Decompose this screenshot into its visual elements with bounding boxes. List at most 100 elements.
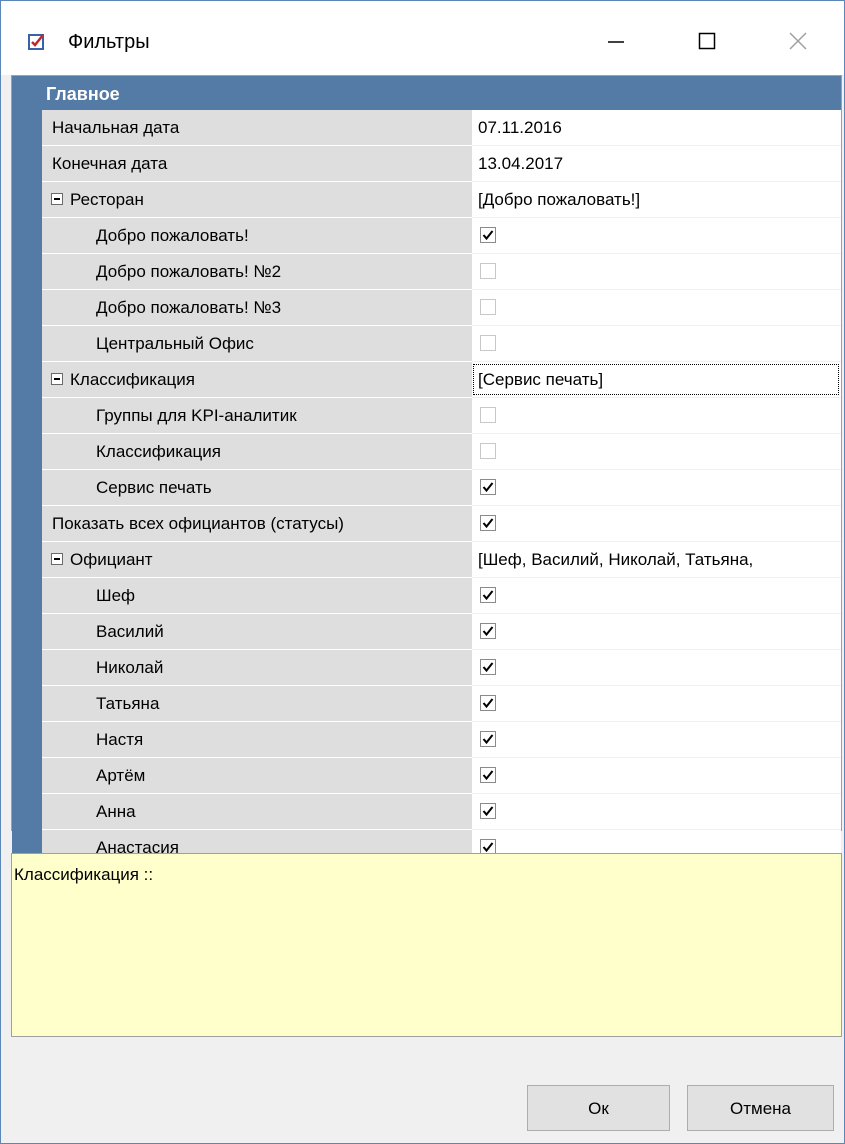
property-value-cell[interactable]: 13.04.2017	[472, 146, 841, 182]
property-name-cell[interactable]: Конечная дата	[42, 146, 472, 182]
property-row[interactable]: Сервис печать	[12, 470, 841, 506]
property-value-cell[interactable]	[472, 758, 841, 794]
property-name-cell[interactable]: Василий	[72, 614, 472, 650]
property-value-cell[interactable]	[472, 722, 841, 758]
checkbox-checked[interactable]	[480, 623, 496, 639]
property-value-cell[interactable]	[472, 434, 841, 470]
window-title: Фильтры	[68, 31, 150, 53]
property-value-cell[interactable]	[472, 614, 841, 650]
close-button[interactable]	[776, 21, 820, 61]
minimize-icon	[608, 41, 624, 43]
property-value-cell[interactable]	[472, 650, 841, 686]
property-name-cell[interactable]: Добро пожаловать! №2	[72, 254, 472, 290]
property-label: Ресторан	[70, 190, 144, 209]
property-row[interactable]: Шеф	[12, 578, 841, 614]
property-name-cell[interactable]: Анна	[72, 794, 472, 830]
property-value-cell[interactable]	[472, 218, 841, 254]
checkbox-unchecked[interactable]	[480, 443, 496, 459]
property-name-cell[interactable]: Классификация	[42, 362, 472, 398]
property-name-cell[interactable]: Сервис печать	[72, 470, 472, 506]
maximize-button[interactable]	[685, 21, 729, 61]
property-value-cell[interactable]	[472, 470, 841, 506]
minimize-button[interactable]	[594, 21, 638, 61]
property-row[interactable]: Конечная дата 13.04.2017	[12, 146, 841, 182]
property-name-cell[interactable]: Татьяна	[72, 686, 472, 722]
property-value: 13.04.2017	[478, 154, 564, 173]
property-name-cell[interactable]: Шеф	[72, 578, 472, 614]
property-value-cell[interactable]	[472, 290, 841, 326]
property-grid: Главное Начальная дата 07.11.2016 Конечная…	[11, 75, 842, 902]
property-row[interactable]: Классификация [Сервис печать]	[12, 362, 841, 398]
checkbox-unchecked[interactable]	[480, 407, 496, 423]
checkbox-unchecked[interactable]	[480, 335, 496, 351]
cancel-button[interactable]: Отмена	[687, 1085, 834, 1131]
property-label: Василий	[96, 622, 164, 641]
property-row[interactable]: Центральный Офис	[12, 326, 841, 362]
property-name-cell[interactable]: Классификация	[72, 434, 472, 470]
checkbox-checked[interactable]	[480, 803, 496, 819]
property-value-cell[interactable]	[472, 686, 841, 722]
checkbox-app-icon	[28, 33, 46, 51]
property-label: Шеф	[96, 586, 136, 605]
property-row[interactable]: Татьяна	[12, 686, 841, 722]
property-value-cell[interactable]	[472, 794, 841, 830]
checkbox-checked[interactable]	[480, 479, 496, 495]
property-row[interactable]: Николай	[12, 650, 841, 686]
indent-cell	[42, 650, 72, 686]
title-bar[interactable]: Фильтры	[1, 1, 844, 75]
property-row[interactable]: Официант [Шеф, Василий, Николай, Татьяна,	[12, 542, 841, 578]
property-row[interactable]: Анна	[12, 794, 841, 830]
checkbox-unchecked[interactable]	[480, 299, 496, 315]
checkbox-checked[interactable]	[480, 695, 496, 711]
property-row[interactable]: Начальная дата 07.11.2016	[12, 110, 841, 146]
property-name-cell[interactable]: Группы для KPI-аналитик	[72, 398, 472, 434]
checkbox-checked[interactable]	[480, 515, 496, 531]
property-row[interactable]: Показать всех официантов (статусы)	[12, 506, 841, 542]
checkbox-checked[interactable]	[480, 227, 496, 243]
property-row[interactable]: Добро пожаловать! №2	[12, 254, 841, 290]
property-name-cell[interactable]: Начальная дата	[42, 110, 472, 146]
property-name-cell[interactable]: Добро пожаловать!	[72, 218, 472, 254]
collapse-icon[interactable]	[51, 373, 63, 385]
checkbox-unchecked[interactable]	[480, 263, 496, 279]
property-name-cell[interactable]: Показать всех официантов (статусы)	[42, 506, 472, 542]
property-name-cell[interactable]: Артём	[72, 758, 472, 794]
property-row[interactable]: Добро пожаловать! №3	[12, 290, 841, 326]
property-name-cell[interactable]: Официант	[42, 542, 472, 578]
property-value-cell[interactable]: 07.11.2016	[472, 110, 841, 146]
property-row[interactable]: Артём	[12, 758, 841, 794]
property-name-cell[interactable]: Ресторан	[42, 182, 472, 218]
property-value-cell[interactable]	[472, 398, 841, 434]
checkbox-checked[interactable]	[480, 587, 496, 603]
collapse-icon[interactable]	[51, 553, 63, 565]
property-row[interactable]: Василий	[12, 614, 841, 650]
maximize-icon	[698, 32, 716, 50]
property-row[interactable]: Классификация	[12, 434, 841, 470]
checkbox-checked[interactable]	[480, 731, 496, 747]
ok-button[interactable]: Ок	[527, 1085, 670, 1131]
property-value-cell[interactable]: [Добро пожаловать!]	[472, 182, 841, 218]
property-row[interactable]: Добро пожаловать!	[12, 218, 841, 254]
checkbox-checked[interactable]	[480, 659, 496, 675]
property-value-cell[interactable]	[472, 254, 841, 290]
indent-cell	[42, 254, 72, 290]
property-value-cell[interactable]	[472, 578, 841, 614]
property-row[interactable]: Ресторан [Добро пожаловать!]	[12, 182, 841, 218]
property-name-cell[interactable]: Центральный Офис	[72, 326, 472, 362]
property-row[interactable]: Группы для KPI-аналитик	[12, 398, 841, 434]
indent-cell	[42, 218, 72, 254]
property-name-cell[interactable]: Настя	[72, 722, 472, 758]
indent-cell	[42, 758, 72, 794]
property-name-cell[interactable]: Николай	[72, 650, 472, 686]
property-name-cell[interactable]: Добро пожаловать! №3	[72, 290, 472, 326]
checkbox-checked[interactable]	[480, 767, 496, 783]
collapse-icon[interactable]	[51, 193, 63, 205]
property-value-cell[interactable]	[472, 326, 841, 362]
property-label: Официант	[70, 550, 153, 569]
category-main[interactable]: Главное	[12, 76, 841, 110]
property-value-cell[interactable]	[472, 506, 841, 542]
indent-cell	[42, 722, 72, 758]
property-row[interactable]: Настя	[12, 722, 841, 758]
indent-cell	[42, 614, 72, 650]
property-value-cell[interactable]: [Шеф, Василий, Николай, Татьяна,	[472, 542, 841, 578]
